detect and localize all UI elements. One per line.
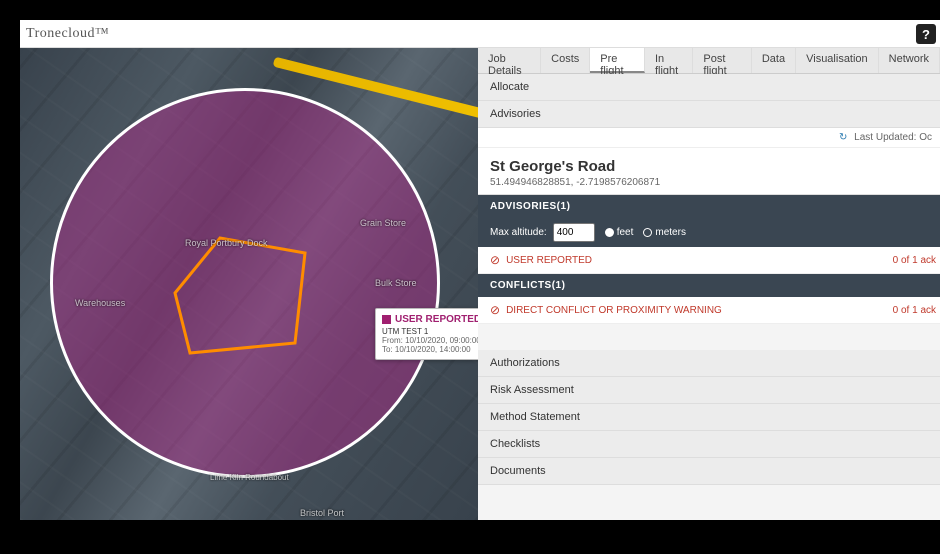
section-advisories[interactable]: Advisories	[478, 101, 940, 128]
map-label-grainstore: Grain Store	[360, 218, 406, 228]
location-coords: 51.494946828851, -2.7198576206871	[490, 177, 928, 188]
tab-in-flight[interactable]: In flight	[645, 48, 693, 73]
conflicts-header-bar[interactable]: CONFLICTS(1)	[478, 274, 940, 297]
popup-to: To: 10/10/2020, 14:00:00	[382, 345, 478, 354]
advisories-header-text: ADVISORIES(1)	[490, 201, 570, 212]
details-pane: Job Details Costs Pre flight In flight P…	[478, 48, 940, 520]
popup-subtitle: UTM TEST 1	[382, 327, 478, 336]
tab-data[interactable]: Data	[752, 48, 796, 73]
section-documents[interactable]: Documents	[478, 458, 940, 485]
refresh-icon[interactable]: ↻	[839, 132, 847, 143]
tab-pre-flight[interactable]: Pre flight	[590, 48, 645, 73]
tab-job-details[interactable]: Job Details	[478, 48, 541, 73]
popup-title: USER REPORTED	[395, 314, 478, 325]
last-updated-text: Last Updated: Oc	[854, 132, 932, 143]
topbar: T ronecloud™ ?	[20, 20, 940, 48]
max-altitude-row: Max altitude: feet meters	[478, 218, 940, 247]
unit-meters-radio[interactable]: meters	[643, 227, 686, 238]
section-risk-assessment[interactable]: Risk Assessment	[478, 377, 940, 404]
section-authorizations[interactable]: Authorizations	[478, 350, 940, 377]
spacer	[478, 324, 940, 350]
tab-costs[interactable]: Costs	[541, 48, 590, 73]
tab-network[interactable]: Network	[879, 48, 940, 73]
alert-ack-count: 0 of 1 ack	[893, 255, 936, 266]
tab-post-flight[interactable]: Post flight	[693, 48, 751, 73]
app-window: T ronecloud™ ? Royal Portbury Dock Wareh…	[20, 20, 940, 520]
alert-ack-count: 0 of 1 ack	[893, 305, 936, 316]
map-label-warehouses: Warehouses	[75, 298, 125, 308]
brand-prefix: T	[26, 26, 35, 42]
map-label-bulkstore: Bulk Store	[375, 278, 417, 288]
popup-color-swatch	[382, 315, 391, 324]
alert-user-reported[interactable]: ⊘ USER REPORTED 0 of 1 ack	[478, 247, 940, 274]
unit-feet-radio[interactable]: feet	[605, 227, 634, 238]
alert-icon: ⊘	[490, 303, 500, 317]
alert-icon: ⊘	[490, 253, 500, 267]
alert-text: USER REPORTED	[506, 255, 592, 266]
map-pane[interactable]: Royal Portbury Dock Warehouses Bulk Stor…	[20, 48, 478, 520]
tabs-bar: Job Details Costs Pre flight In flight P…	[478, 48, 940, 74]
map-label-dock: Royal Portbury Dock	[185, 238, 268, 248]
flight-area-polygon[interactable]	[165, 233, 315, 363]
tab-visualisation[interactable]: Visualisation	[796, 48, 879, 73]
location-title: St George's Road	[490, 158, 928, 175]
section-allocate[interactable]: Allocate	[478, 74, 940, 101]
conflicts-header-text: CONFLICTS(1)	[490, 280, 565, 291]
map-label-bristolport: Bristol Port	[300, 508, 344, 518]
alert-text: DIRECT CONFLICT OR PROXIMITY WARNING	[506, 305, 722, 316]
map-popup: × USER REPORTED UTM TEST 1 From: 10/10/2…	[375, 308, 478, 360]
advisories-header-bar[interactable]: ADVISORIES(1)	[478, 195, 940, 218]
last-updated-row: ↻ Last Updated: Oc	[478, 128, 940, 148]
map-label-limekiln: Lime Kiln Roundabout	[210, 473, 289, 482]
alert-conflict[interactable]: ⊘ DIRECT CONFLICT OR PROXIMITY WARNING 0…	[478, 297, 940, 324]
main-layout: Royal Portbury Dock Warehouses Bulk Stor…	[20, 48, 940, 520]
brand-logo: ronecloud™	[35, 26, 110, 42]
help-icon[interactable]: ?	[916, 24, 936, 44]
location-panel: St George's Road 51.494946828851, -2.719…	[478, 148, 940, 195]
section-checklists[interactable]: Checklists	[478, 431, 940, 458]
max-alt-input[interactable]	[553, 223, 595, 242]
max-alt-label: Max altitude:	[490, 227, 547, 238]
popup-from: From: 10/10/2020, 09:00:00	[382, 336, 478, 345]
section-method-statement[interactable]: Method Statement	[478, 404, 940, 431]
